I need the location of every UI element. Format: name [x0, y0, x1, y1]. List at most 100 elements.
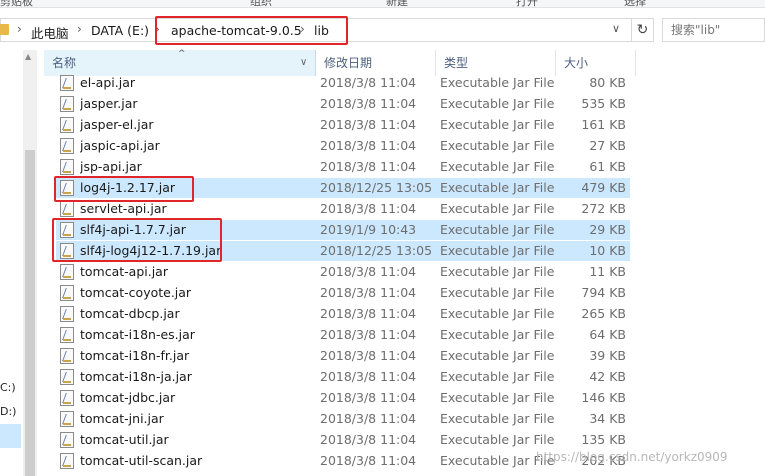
jar-file-icon	[60, 180, 74, 196]
file-name: slf4j-log4j12-1.7.19.jar	[80, 243, 222, 258]
file-size: 146 KB	[581, 390, 626, 405]
file-date: 2018/3/8 11:04	[320, 117, 417, 132]
watermark-text: https://blog.csdn.net/yorkz0909	[536, 450, 728, 464]
file-type: Executable Jar File	[440, 327, 555, 342]
file-name: tomcat-dbcp.jar	[80, 306, 180, 321]
file-type: Executable Jar File	[440, 306, 555, 321]
file-row[interactable]: jasper.jar 2018/3/8 11:04 Executable Jar F…	[56, 94, 630, 114]
file-size: 535 KB	[581, 96, 626, 111]
address-bar[interactable]: › 此电脑 › DATA (E:) › apache-tomcat-9.0.5 …	[0, 18, 632, 42]
file-name: log4j-1.2.17.jar	[80, 180, 175, 195]
search-input[interactable]: 搜索"lib"	[662, 18, 765, 42]
file-size: 29 KB	[589, 222, 626, 237]
ribbon-group-open: 打开	[516, 0, 538, 8]
refresh-icon[interactable]: ↻	[632, 18, 654, 42]
breadcrumb-tomcat[interactable]: apache-tomcat-9.0.5	[171, 23, 302, 38]
file-type: Executable Jar File	[440, 369, 555, 384]
jar-file-icon	[60, 369, 74, 385]
file-date: 2018/3/8 11:04	[320, 432, 417, 447]
file-row[interactable]: el-api.jar 2018/3/8 11:04 Executable Jar F…	[56, 73, 630, 93]
file-row[interactable]: servlet-api.jar 2018/3/8 11:04 Executable …	[56, 199, 630, 219]
file-row[interactable]: jaspic-api.jar 2018/3/8 11:04 Executable J…	[56, 136, 630, 156]
file-row[interactable]: tomcat-jdbc.jar 2018/3/8 11:04 Executable …	[56, 388, 630, 408]
file-row[interactable]: tomcat-i18n-ja.jar 2018/3/8 11:04 Executab…	[56, 367, 630, 387]
file-type: Executable Jar File	[440, 285, 555, 300]
file-date: 2018/3/8 11:04	[320, 264, 417, 279]
file-row[interactable]: jasper-el.jar 2018/3/8 11:04 Executable Ja…	[56, 115, 630, 135]
file-name: el-api.jar	[80, 75, 135, 90]
breadcrumb-separator-icon: ›	[77, 22, 82, 36]
nav-selected-item[interactable]	[0, 424, 21, 448]
file-size: 794 KB	[581, 285, 626, 300]
file-size: 272 KB	[581, 201, 626, 216]
file-date: 2019/1/9 10:43	[320, 222, 417, 237]
scroll-up-icon[interactable]: ▲	[25, 52, 31, 61]
nav-drive-c[interactable]: C:)	[0, 381, 16, 394]
jar-file-icon	[60, 306, 74, 322]
file-row[interactable]: slf4j-log4j12-1.7.19.jar 2018/12/25 13:05…	[56, 241, 630, 261]
jar-file-icon	[60, 327, 74, 343]
jar-file-icon	[60, 390, 74, 406]
file-type: Executable Jar File	[440, 180, 555, 195]
address-dropdown-icon[interactable]: ∨	[612, 22, 620, 35]
file-name: tomcat-i18n-es.jar	[80, 327, 195, 342]
file-name: tomcat-jni.jar	[80, 411, 164, 426]
file-row[interactable]: slf4j-api-1.7.7.jar 2019/1/9 10:43 Executa…	[56, 220, 630, 240]
file-size: 135 KB	[581, 432, 626, 447]
nav-scrollbar[interactable]: ▲	[23, 50, 37, 476]
ribbon-group-clipboard: 剪贴板	[0, 0, 33, 8]
file-date: 2018/3/8 11:04	[320, 348, 417, 363]
file-size: 80 KB	[589, 75, 626, 90]
sort-up-icon: ^	[178, 49, 186, 59]
jar-file-icon	[60, 222, 74, 238]
jar-file-icon	[60, 264, 74, 280]
file-name: jaspic-api.jar	[80, 138, 160, 153]
nav-scroll-thumb[interactable]	[25, 150, 35, 476]
breadcrumb-this-pc[interactable]: 此电脑	[31, 23, 69, 42]
file-type: Executable Jar File	[440, 411, 555, 426]
breadcrumb-separator-icon: ›	[300, 22, 305, 36]
breadcrumb-lib[interactable]: lib	[314, 23, 329, 38]
folder-icon	[0, 24, 9, 35]
file-name: tomcat-util.jar	[80, 432, 169, 447]
file-size: 42 KB	[589, 369, 626, 384]
file-type: Executable Jar File	[440, 117, 555, 132]
file-size: 161 KB	[581, 117, 626, 132]
file-row[interactable]: tomcat-i18n-es.jar 2018/3/8 11:04 Executab…	[56, 325, 630, 345]
file-row[interactable]: tomcat-jni.jar 2018/3/8 11:04 Executable J…	[56, 409, 630, 429]
file-row[interactable]: tomcat-coyote.jar 2018/3/8 11:04 Executabl…	[56, 283, 630, 303]
file-date: 2018/3/8 11:04	[320, 201, 417, 216]
file-date: 2018/3/8 11:04	[320, 369, 417, 384]
file-name: jsp-api.jar	[80, 159, 142, 174]
file-row[interactable]: tomcat-api.jar 2018/3/8 11:04 Executable J…	[56, 262, 630, 282]
nav-drive-d[interactable]: D:)	[0, 405, 16, 418]
file-type: Executable Jar File	[440, 243, 555, 258]
jar-file-icon	[60, 432, 74, 448]
file-date: 2018/3/8 11:04	[320, 453, 417, 468]
navigation-pane: C:) D:) ▲	[0, 50, 40, 476]
file-row[interactable]: tomcat-i18n-fr.jar 2018/3/8 11:04 Executab…	[56, 346, 630, 366]
column-name-label: 名称	[52, 56, 77, 70]
file-row[interactable]: log4j-1.2.17.jar 2018/12/25 13:05 Executab…	[56, 178, 630, 198]
file-row[interactable]: jsp-api.jar 2018/3/8 11:04 Executable Jar …	[56, 157, 630, 177]
breadcrumb-data-drive[interactable]: DATA (E:)	[91, 23, 149, 38]
file-row[interactable]: tomcat-dbcp.jar 2018/3/8 11:04 Executable …	[56, 304, 630, 324]
file-size: 34 KB	[589, 411, 626, 426]
file-type: Executable Jar File	[440, 432, 555, 447]
file-size: 39 KB	[589, 348, 626, 363]
file-date: 2018/3/8 11:04	[320, 390, 417, 405]
file-date: 2018/3/8 11:04	[320, 327, 417, 342]
file-name: tomcat-i18n-ja.jar	[80, 369, 192, 384]
file-type: Executable Jar File	[440, 75, 555, 90]
jar-file-icon	[60, 159, 74, 175]
file-size: 27 KB	[589, 138, 626, 153]
ribbon-group-new: 新建	[386, 0, 408, 8]
file-name: jasper.jar	[80, 96, 138, 111]
address-row: › 此电脑 › DATA (E:) › apache-tomcat-9.0.5 …	[0, 12, 765, 50]
file-row[interactable]: tomcat-util.jar 2018/3/8 11:04 Executable …	[56, 430, 630, 450]
jar-file-icon	[60, 96, 74, 112]
breadcrumb-separator-icon: ›	[155, 22, 160, 36]
jar-file-icon	[60, 138, 74, 154]
file-size: 61 KB	[589, 159, 626, 174]
file-name: slf4j-api-1.7.7.jar	[80, 222, 186, 237]
